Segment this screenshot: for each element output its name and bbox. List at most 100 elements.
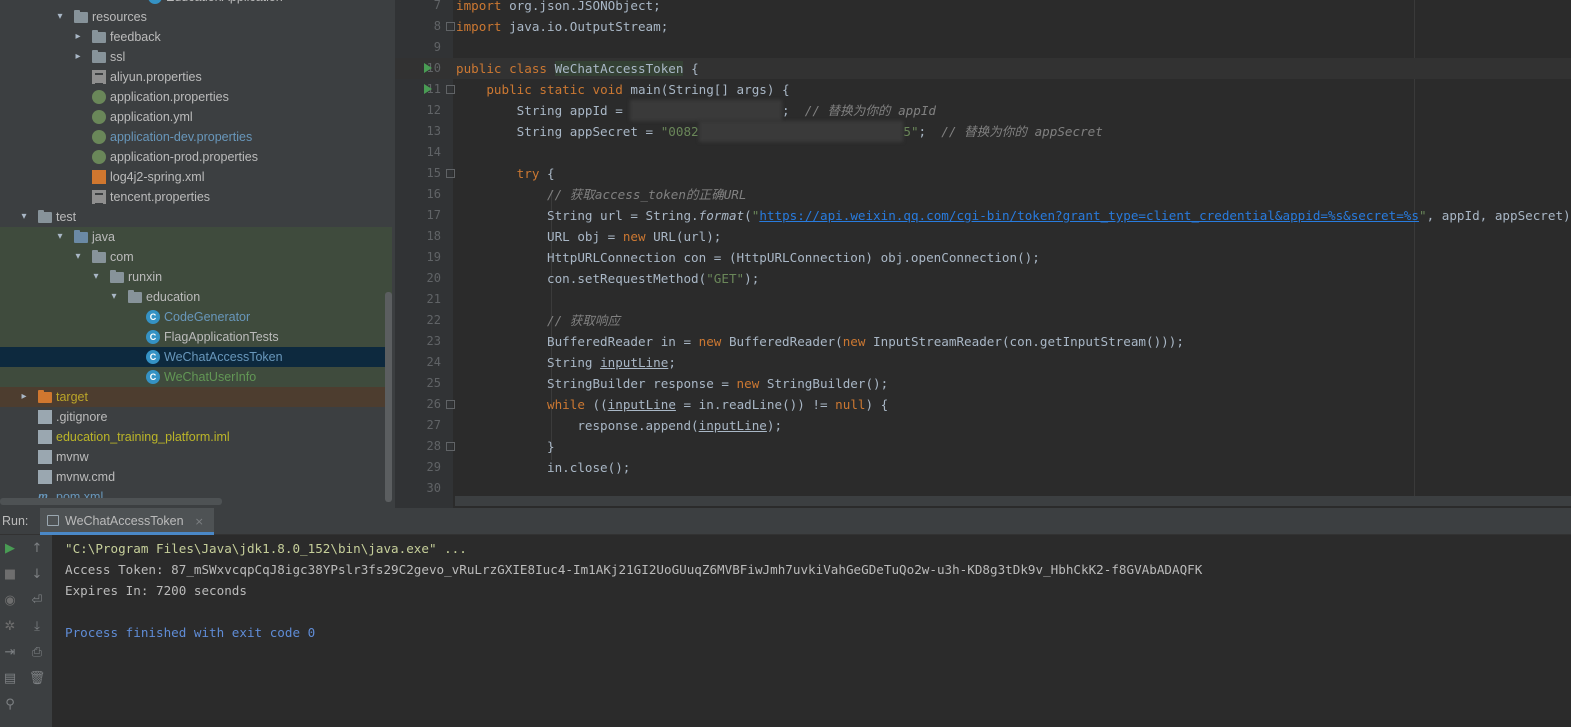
soft-wrap-button[interactable]: ⏎ [28,592,46,610]
tree-item-codegenerator[interactable]: C CodeGenerator [0,307,392,327]
code-token: ); [744,271,760,286]
tree-item-java[interactable]: ▾ java [0,227,392,247]
code-token: // 获取access_token的正确URL [547,187,747,202]
chevron-down-icon[interactable]: ▾ [108,287,120,307]
tree-item-flagapplicationtests[interactable]: C FlagApplicationTests [0,327,392,347]
stop-button[interactable]: ■ [1,566,19,584]
fold-icon[interactable] [446,22,455,31]
code-token: response.append( [456,418,699,433]
layout-icon[interactable]: ▤ [1,670,19,688]
code-line-13[interactable]: 13 String appSecret = "00820000000000000… [395,121,1571,142]
code-token: while [547,397,585,412]
rerun-button[interactable]: ▶ [1,540,19,558]
line-number: 26 [426,397,441,411]
tree-item-wechataccesstoken[interactable]: C WeChatAccessToken [0,347,392,367]
tree-item-application-prod-properties[interactable]: application-prod.properties [0,147,392,167]
chevron-right-icon[interactable]: ▸ [72,47,84,67]
code-line-11[interactable]: 11 public static void main(String[] args… [395,79,1571,100]
editor-horizontal-scrollbar[interactable] [455,496,1571,506]
run-gutter-icon[interactable] [424,63,432,73]
tree-item-com[interactable]: ▾ com [0,247,392,267]
code-line-8[interactable]: 8 import java.io.OutputStream; [395,16,1571,37]
fold-icon[interactable] [446,442,455,451]
code-token: ( [744,208,752,223]
code-line-19[interactable]: 19 HttpURLConnection con = (HttpURLConne… [395,247,1571,268]
tree-item-test[interactable]: ▾ test [0,207,392,227]
console-token-line: Access Token: 87_mSWxvcqpCqJ8igc38YPslr3… [65,562,1203,577]
tree-item-education-training-platform-iml[interactable]: education_training_platform.iml [0,427,392,447]
run-tab-wechataccesstoken[interactable]: WeChatAccessToken × [40,508,214,535]
code-line-10[interactable]: 10 public class WeChatAccessToken { [395,58,1571,79]
chevron-right-icon[interactable]: ▸ [18,387,30,407]
code-text: String url = String.format("https://api.… [456,205,1571,226]
chevron-down-icon[interactable]: ▾ [90,267,102,287]
tree-item-label: test [56,210,77,224]
code-line-9[interactable]: 9 [395,37,1571,58]
tree-item-feedback[interactable]: ▸ feedback [0,27,392,47]
scroll-to-end-button[interactable]: ⤓ [28,618,46,636]
fold-icon[interactable] [446,85,455,94]
file-icon [38,410,52,424]
tree-item-education[interactable]: ▾ education [0,287,392,307]
tree-item-mvnw[interactable]: mvnw [0,447,392,467]
close-icon[interactable]: × [195,515,204,528]
code-line-16[interactable]: 16 // 获取access_token的正确URL [395,184,1571,205]
code-line-12[interactable]: 12 String appId = "wx0000000000000000"; … [395,100,1571,121]
tree-item-mvnw-cmd[interactable]: mvnw.cmd [0,467,392,487]
code-line-7[interactable]: 7 import org.json.JSONObject; [395,0,1571,16]
code-text: // 获取access_token的正确URL [456,184,746,205]
print-button[interactable]: ⎙ [28,644,46,662]
code-token: String appId = [456,103,631,118]
chevron-down-icon[interactable]: ▾ [54,227,66,247]
tree-horizontal-scrollbar[interactable] [0,498,222,505]
code-token: } [456,439,555,454]
code-line-14[interactable]: 14 [395,142,1571,163]
tree-item-educationapplication[interactable]: C EducationApplication [0,0,392,7]
chevron-right-icon[interactable]: ▸ [72,27,84,47]
scroll-down-button[interactable]: ↓ [28,566,46,584]
chevron-down-icon[interactable]: ▾ [72,247,84,267]
chevron-down-icon[interactable]: ▾ [18,207,30,227]
tree-item-wechatuserinfo[interactable]: C WeChatUserInfo [0,367,392,387]
code-line-20[interactable]: 20 con.setRequestMethod("GET"); [395,268,1571,289]
pin-icon[interactable]: ⚲ [1,696,19,714]
code-line-25[interactable]: 25 StringBuilder response = new StringBu… [395,373,1571,394]
code-line-21[interactable]: 21 [395,289,1571,310]
tree-item-application-dev-properties[interactable]: application-dev.properties [0,127,392,147]
tree-item-resources[interactable]: ▾ resources [0,7,392,27]
tree-item-target[interactable]: ▸ target [0,387,392,407]
line-number: 9 [433,40,441,54]
settings-icon[interactable]: ✲ [1,618,19,636]
code-line-17[interactable]: 17 String url = String.format("https://a… [395,205,1571,226]
tree-vertical-scrollbar[interactable] [385,292,392,502]
code-line-23[interactable]: 23 BufferedReader in = new BufferedReade… [395,331,1571,352]
clear-button[interactable]: 🗑 [28,670,46,688]
code-editor[interactable]: import org.springframework.web...;7impor… [395,0,1571,508]
code-line-26[interactable]: 26 while ((inputLine = in.readLine()) !=… [395,394,1571,415]
scroll-up-button[interactable]: ↑ [28,540,46,558]
fold-icon[interactable] [446,169,455,178]
tree-item-ssl[interactable]: ▸ ssl [0,47,392,67]
fold-icon[interactable] [446,400,455,409]
tree-item-runxin[interactable]: ▾ runxin [0,267,392,287]
tree-item-application-properties[interactable]: application.properties [0,87,392,107]
code-line-24[interactable]: 24 String inputLine; [395,352,1571,373]
tree-item-application-yml[interactable]: application.yml [0,107,392,127]
code-line-29[interactable]: 29 in.close(); [395,457,1571,478]
exit-icon[interactable]: ⇥ [1,644,19,662]
code-line-18[interactable]: 18 URL obj = new URL(url); [395,226,1571,247]
code-line-22[interactable]: 22 // 获取响应 [395,310,1571,331]
tree-item-log4j2-spring-xml[interactable]: log4j2-spring.xml [0,167,392,187]
project-tree-panel[interactable]: C EducationApplication ▾ resources ▸ feedback… [0,0,395,508]
code-line-15[interactable]: 15 try { [395,163,1571,184]
tree-item-gitignore[interactable]: .gitignore [0,407,392,427]
tree-item-aliyun-properties[interactable]: aliyun.properties [0,67,392,87]
chevron-down-icon[interactable]: ▾ [54,7,66,27]
code-line-28[interactable]: 28 } [395,436,1571,457]
tree-item-tencent-properties[interactable]: tencent.properties [0,187,392,207]
run-gutter-icon[interactable] [424,84,432,94]
camera-icon[interactable]: ◉ [1,592,19,610]
console-output[interactable]: "C:\Program Files\Java\jdk1.8.0_152\bin\… [65,538,1202,643]
code-line-27[interactable]: 27 response.append(inputLine); [395,415,1571,436]
java-class-icon: C [148,0,162,4]
